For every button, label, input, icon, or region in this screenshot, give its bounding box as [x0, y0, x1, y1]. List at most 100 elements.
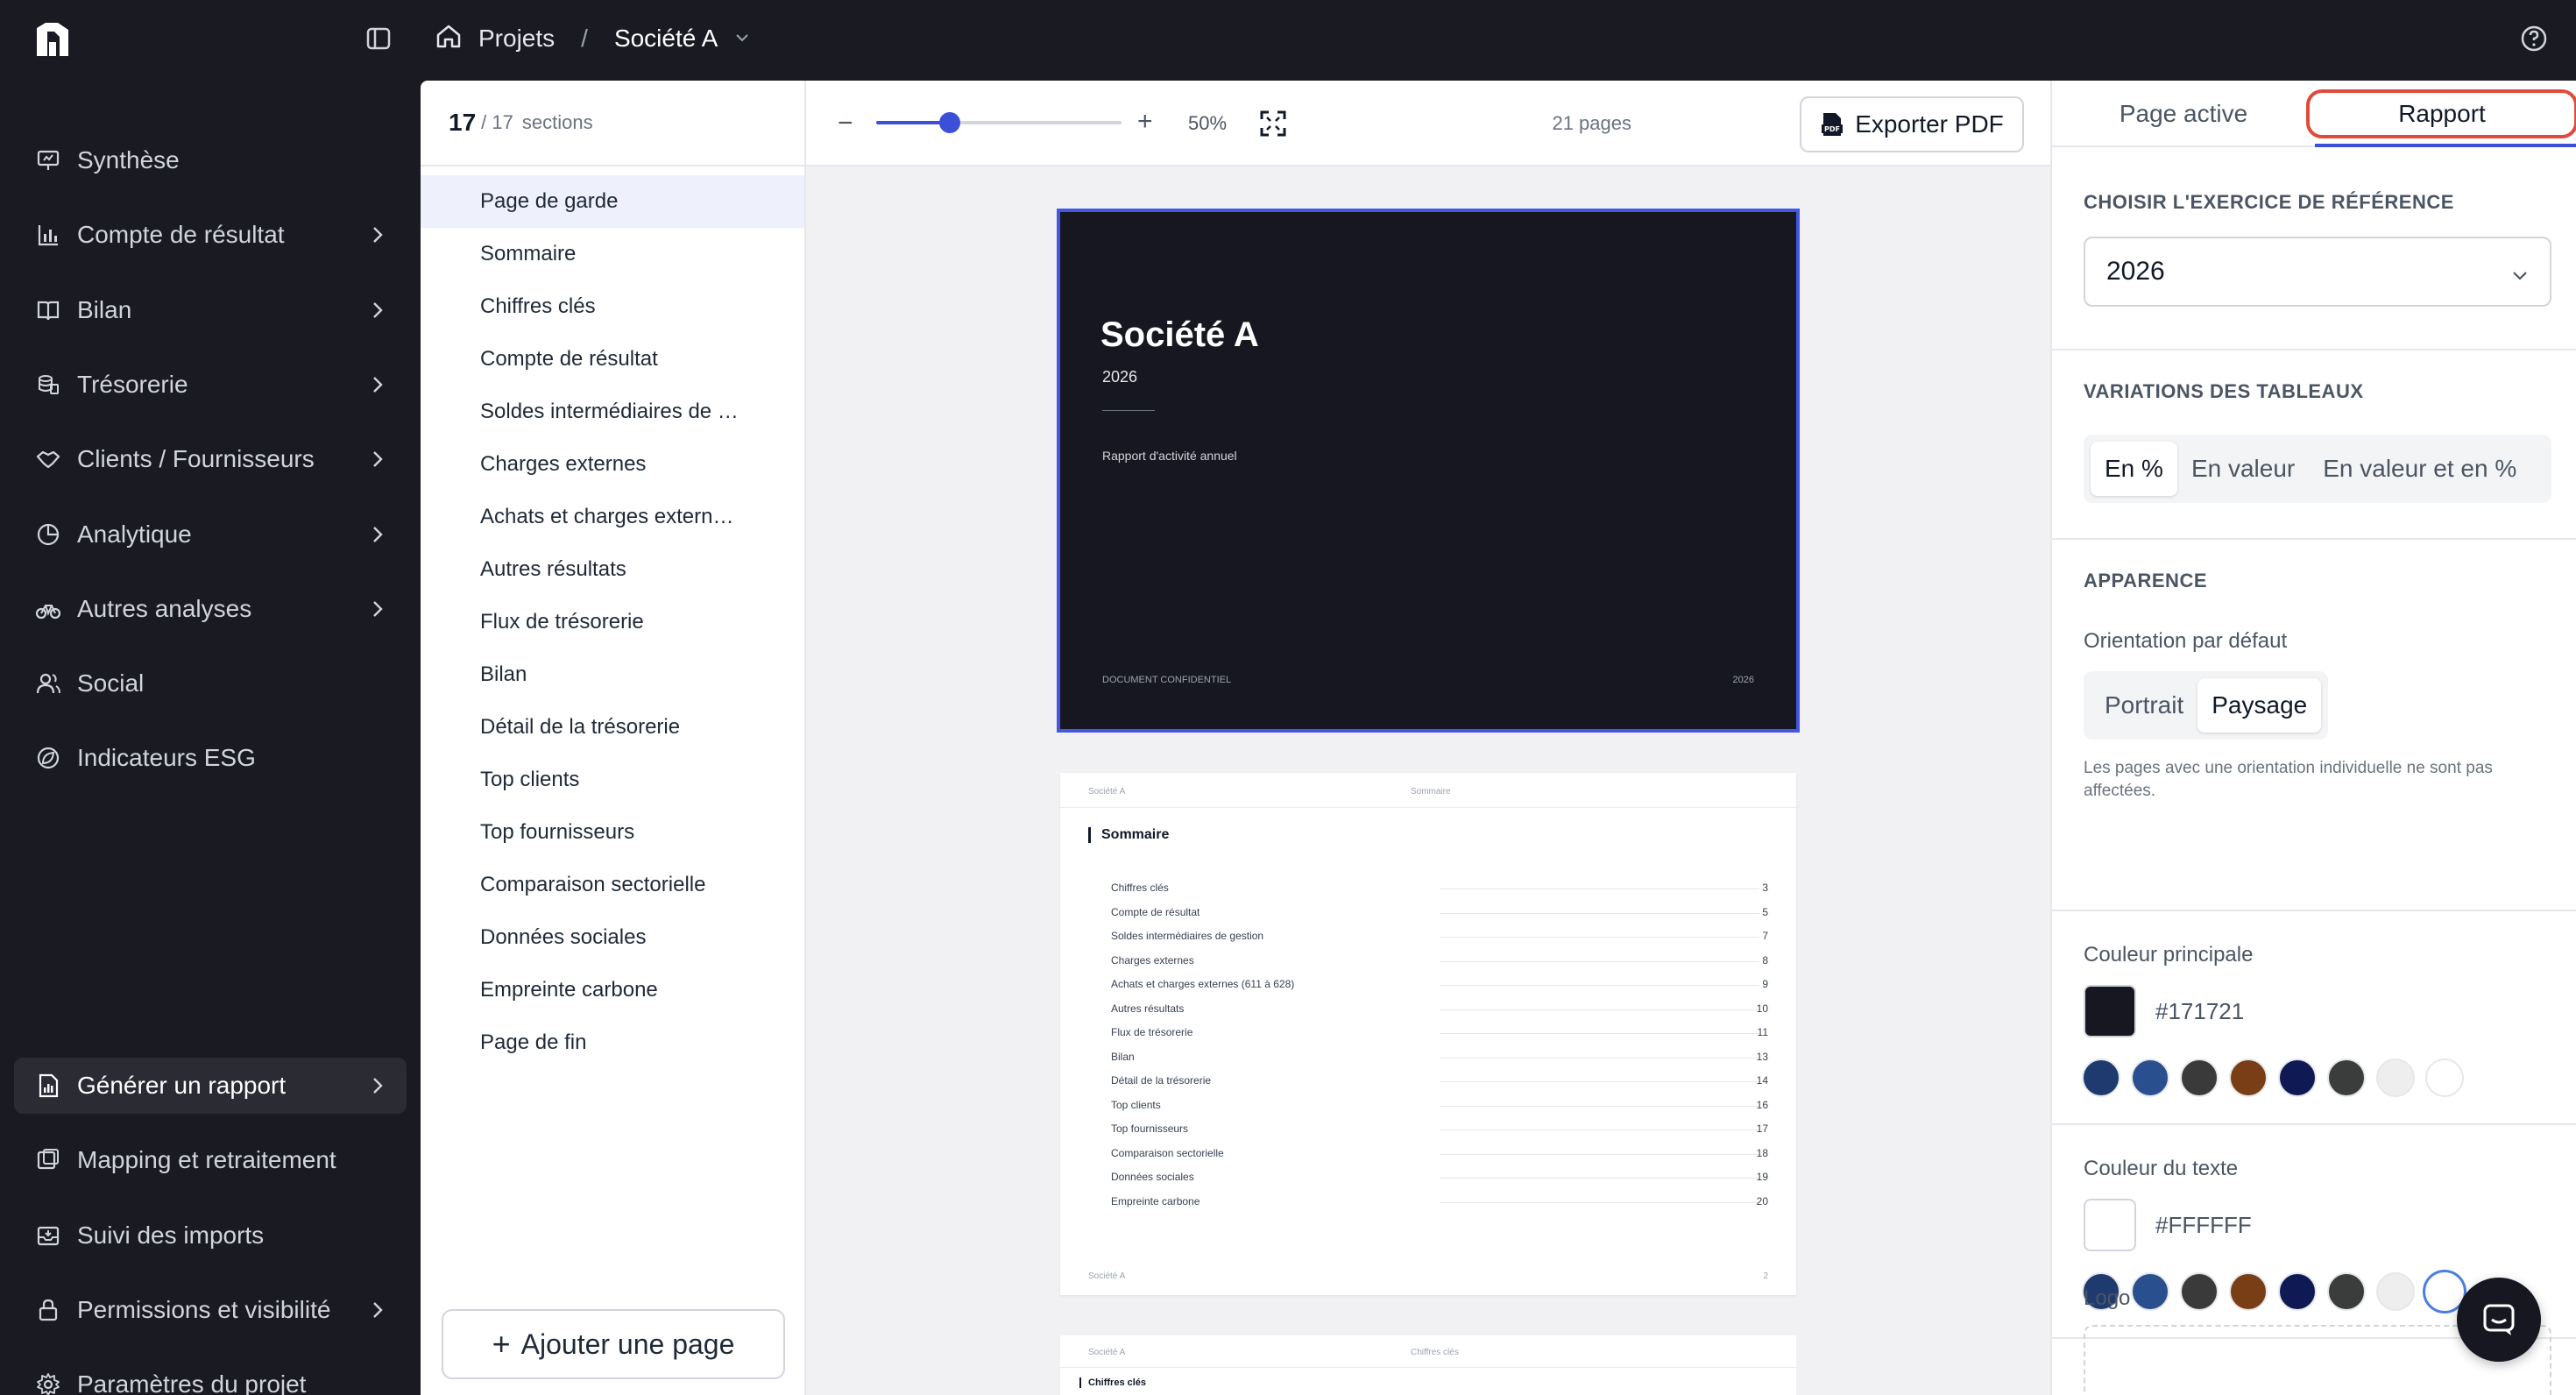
app-logo[interactable]	[33, 19, 74, 60]
nav-item-indicateurs-esg[interactable]: Indicateurs ESG	[14, 730, 407, 786]
nav-item-label: Compte de résultat	[77, 221, 285, 249]
chevron-down-icon	[2509, 263, 2530, 284]
section-item[interactable]: Soldes intermédiaires de …	[421, 386, 804, 438]
breadcrumb: Projets / Société A	[435, 18, 751, 60]
toc-row-page: 17	[1756, 1122, 1768, 1135]
chevron-down-icon[interactable]	[733, 25, 751, 53]
section-item[interactable]: Données sociales	[421, 911, 804, 964]
toc-row: Achats et charges externes (611 à 628) 9	[1111, 973, 1768, 997]
sections-unit: sections	[521, 111, 593, 133]
exercise-select[interactable]: 2026	[2084, 237, 2551, 307]
color-swatch[interactable]	[2327, 1059, 2366, 1097]
fullscreen-icon[interactable]	[1258, 109, 1288, 138]
nav-item-mapping-et-retraitement[interactable]: Mapping et retraitement	[14, 1132, 407, 1188]
section-item[interactable]: Autres résultats	[421, 543, 804, 596]
main-color-picker[interactable]: #171721	[2084, 985, 2244, 1037]
zoom-slider[interactable]	[876, 112, 1122, 133]
nav-item-label: Indicateurs ESG	[77, 744, 256, 772]
toc-row-page: 8	[1762, 953, 1768, 967]
nav-item-bilan[interactable]: Bilan	[14, 282, 407, 338]
section-item[interactable]: Achats et charges extern…	[421, 491, 804, 543]
section-item[interactable]: Charges externes	[421, 438, 804, 491]
tab-active-page[interactable]: Page active	[2087, 89, 2280, 138]
nav-item-permissions-et-visibilite[interactable]: Permissions et visibilité	[14, 1282, 407, 1338]
segment-option[interactable]: En %	[2091, 442, 2177, 496]
chat-support-button[interactable]	[2457, 1278, 2541, 1362]
nav-item-autres-analyses[interactable]: Autres analyses	[14, 581, 407, 637]
toc-row: Empreinte carbone 20	[1111, 1190, 1768, 1214]
orientation-toggle: Portrait Paysage	[2084, 671, 2329, 740]
main-color-hex[interactable]: #171721	[2155, 998, 2244, 1025]
nav-item-parame-tres-du-projet[interactable]: Paramètres du projet	[14, 1356, 407, 1395]
color-swatch[interactable]	[2180, 1059, 2219, 1097]
section-item[interactable]: Sommaire	[421, 228, 804, 280]
cover-confidential: DOCUMENT CONFIDENTIEL	[1102, 675, 1232, 685]
sections-total: / 17	[481, 111, 513, 133]
section-item[interactable]: Empreinte carbone	[421, 964, 804, 1016]
section-item[interactable]: Comparaison sectorielle	[421, 859, 804, 911]
section-item[interactable]: Chiffres clés	[421, 280, 804, 333]
color-swatch[interactable]	[2082, 1059, 2120, 1097]
section-item[interactable]: Page de garde	[421, 175, 804, 228]
nav-item-social[interactable]: Social	[14, 655, 407, 712]
color-swatch[interactable]	[2229, 1272, 2268, 1311]
page-preview-key-figures[interactable]: Société A Chiffres clés Chiffres clés	[1060, 1335, 1796, 1395]
nav-item-clients-fournisseurs[interactable]: Clients / Fournisseurs	[14, 431, 407, 487]
toc-page-header: Société A Sommaire	[1060, 773, 1796, 808]
toc-footer-page: 2	[1763, 1271, 1768, 1281]
zoom-slider-thumb[interactable]	[939, 112, 960, 133]
zoom-in-button[interactable]: +	[1137, 107, 1153, 137]
section-item[interactable]: Top clients	[421, 754, 804, 806]
color-swatch[interactable]	[2131, 1272, 2169, 1311]
section-item[interactable]: Page de fin	[421, 1016, 804, 1069]
help-icon[interactable]	[2516, 21, 2551, 56]
add-page-button[interactable]: + Ajouter une page	[442, 1309, 785, 1379]
cover-subtitle: Rapport d'activité annuel	[1102, 449, 1237, 463]
page-preview-summary[interactable]: Société A Sommaire Sommaire Chiffres clé…	[1060, 773, 1796, 1295]
segment-option[interactable]: En valeur et en %	[2309, 442, 2530, 496]
chat-icon	[2483, 1304, 2515, 1335]
main-color-palette	[2082, 1059, 2464, 1097]
color-swatch[interactable]	[2229, 1059, 2268, 1097]
text-color-swatch[interactable]	[2084, 1199, 2136, 1251]
kpi-header-company: Société A	[1088, 1348, 1126, 1357]
page-preview-cover[interactable]: Société A 2026 Rapport d'activité annuel…	[1057, 209, 1800, 733]
zoom-out-button[interactable]: −	[838, 109, 853, 138]
color-swatch[interactable]	[2425, 1272, 2464, 1311]
nav-item-analytique[interactable]: Analytique	[14, 506, 407, 563]
segment-option[interactable]: En valeur	[2177, 442, 2309, 496]
tab-report[interactable]: Rapport	[2306, 89, 2576, 138]
home-icon[interactable]	[435, 22, 463, 56]
toc-row-page: 18	[1756, 1146, 1768, 1159]
color-swatch[interactable]	[2327, 1272, 2366, 1311]
color-swatch[interactable]	[2278, 1272, 2317, 1311]
color-swatch[interactable]	[2278, 1059, 2317, 1097]
export-pdf-button[interactable]: PDF Exporter PDF	[1800, 96, 2024, 152]
section-item[interactable]: Détail de la trésorerie	[421, 701, 804, 754]
color-swatch[interactable]	[2376, 1059, 2415, 1097]
text-color-hex[interactable]: #FFFFFF	[2155, 1212, 2252, 1239]
breadcrumb-projects[interactable]: Projets	[478, 25, 555, 53]
section-item[interactable]: Bilan	[421, 648, 804, 701]
color-swatch[interactable]	[2131, 1059, 2169, 1097]
nav-item-tre-sorerie[interactable]: Trésorerie	[14, 357, 407, 413]
kpi-header-divider	[1060, 1367, 1796, 1368]
breadcrumb-current-project[interactable]: Société A	[614, 25, 718, 53]
nav-item-ge-ne-rer-un-rapport[interactable]: Générer un rapport	[14, 1058, 407, 1114]
color-swatch[interactable]	[2376, 1272, 2415, 1311]
nav-item-synthe-se[interactable]: Synthèse	[14, 132, 407, 188]
segment-option[interactable]: Portrait	[2091, 678, 2197, 733]
color-swatch[interactable]	[2425, 1059, 2464, 1097]
segment-option[interactable]: Paysage	[2197, 678, 2322, 733]
nav-item-compte-de-re-sultat[interactable]: Compte de résultat	[14, 207, 407, 263]
leaf-circle-icon	[33, 743, 63, 773]
nav-item-suivi-des-imports[interactable]: Suivi des imports	[14, 1207, 407, 1264]
main-color-swatch[interactable]	[2084, 985, 2136, 1037]
section-item[interactable]: Top fournisseurs	[421, 806, 804, 859]
section-item[interactable]: Compte de résultat	[421, 333, 804, 386]
text-color-picker[interactable]: #FFFFFF	[2084, 1199, 2252, 1251]
toc-row-leader	[1440, 1009, 1759, 1010]
section-item[interactable]: Flux de trésorerie	[421, 596, 804, 648]
color-swatch[interactable]	[2180, 1272, 2219, 1311]
toggle-sidebar-icon[interactable]	[361, 21, 396, 56]
